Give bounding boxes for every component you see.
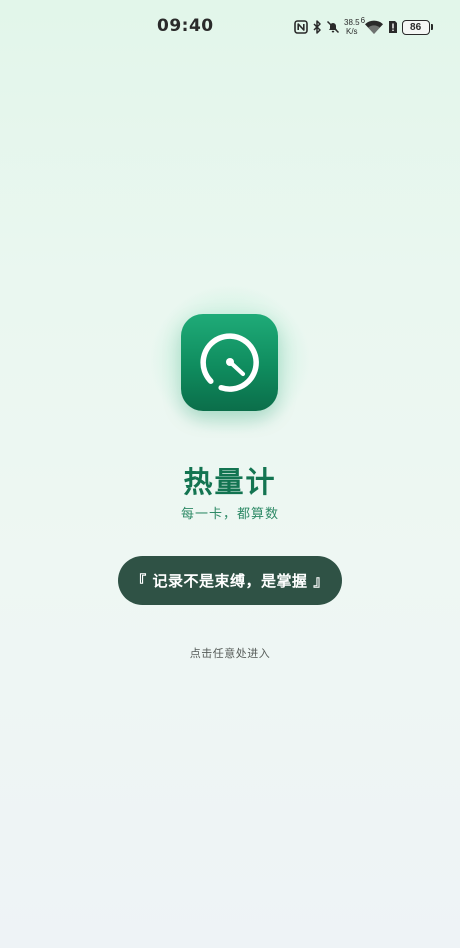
quote-text: 『 记录不是束缚，是掌握 』 xyxy=(131,572,329,590)
sim-alert-icon xyxy=(388,20,398,34)
app-logo xyxy=(181,314,278,411)
timer-dial-icon xyxy=(200,333,259,392)
wifi-icon: 6 xyxy=(360,16,384,35)
net-speed: 38.5 K/s xyxy=(344,18,360,36)
battery-level: 86 xyxy=(410,21,422,33)
net-speed-value: 38.5 xyxy=(344,18,360,27)
app-title: 热量计 xyxy=(183,465,277,499)
status-time: 09:40 xyxy=(157,16,214,36)
quote-banner: 『 记录不是束缚，是掌握 』 xyxy=(118,556,342,605)
mute-icon xyxy=(326,20,340,34)
bluetooth-icon xyxy=(312,20,322,34)
tap-to-enter-hint[interactable]: 点击任意处进入 xyxy=(0,645,460,661)
status-icons: 38.5 K/s 6 86 xyxy=(294,16,433,37)
battery-icon: 86 xyxy=(401,19,433,35)
app-subtitle: 每一卡，都算数 xyxy=(180,507,279,522)
net-speed-unit: K/s xyxy=(346,27,358,36)
wifi-label: 6 xyxy=(360,16,366,25)
status-bar: 09:40 38.5 K/s 6 86 xyxy=(0,0,460,54)
nfc-icon xyxy=(294,20,308,34)
